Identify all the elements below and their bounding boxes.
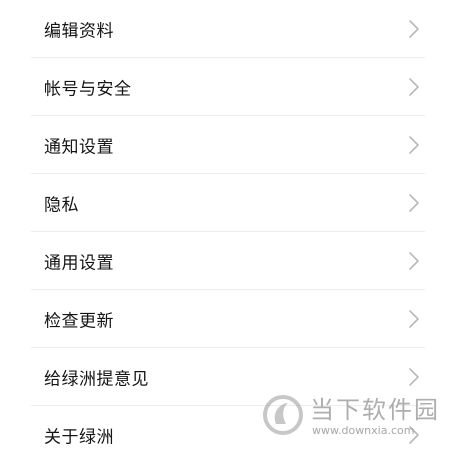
chevron-right-icon: [408, 367, 420, 387]
chevron-right-icon: [408, 309, 420, 329]
settings-item-label: 通用设置: [44, 253, 114, 273]
settings-item-label: 编辑资料: [44, 21, 114, 41]
settings-item-label: 帐号与安全: [44, 79, 132, 99]
settings-item-check-update[interactable]: 检查更新: [31, 290, 425, 348]
settings-item-notifications[interactable]: 通知设置: [31, 116, 425, 174]
chevron-right-icon: [408, 193, 420, 213]
chevron-right-icon: [408, 135, 420, 155]
chevron-right-icon: [408, 77, 420, 97]
settings-item-label: 检查更新: [44, 311, 114, 331]
chevron-right-icon: [408, 19, 420, 39]
chevron-right-icon: [408, 425, 420, 445]
settings-list: 编辑资料 帐号与安全 通知设置 隐私 通用设置 检查更新 给绿洲提意见 关于绿洲: [0, 0, 449, 464]
settings-item-about[interactable]: 关于绿洲: [31, 406, 425, 464]
settings-item-label: 关于绿洲: [44, 427, 114, 448]
settings-item-account-security[interactable]: 帐号与安全: [31, 58, 425, 116]
settings-item-feedback[interactable]: 给绿洲提意见: [31, 348, 425, 406]
settings-item-general[interactable]: 通用设置: [31, 232, 425, 290]
settings-item-edit-profile[interactable]: 编辑资料: [31, 0, 425, 58]
chevron-right-icon: [408, 251, 420, 271]
settings-item-label: 通知设置: [44, 137, 114, 157]
settings-item-label: 隐私: [44, 195, 79, 215]
settings-item-privacy[interactable]: 隐私: [31, 174, 425, 232]
settings-item-label: 给绿洲提意见: [44, 369, 149, 389]
